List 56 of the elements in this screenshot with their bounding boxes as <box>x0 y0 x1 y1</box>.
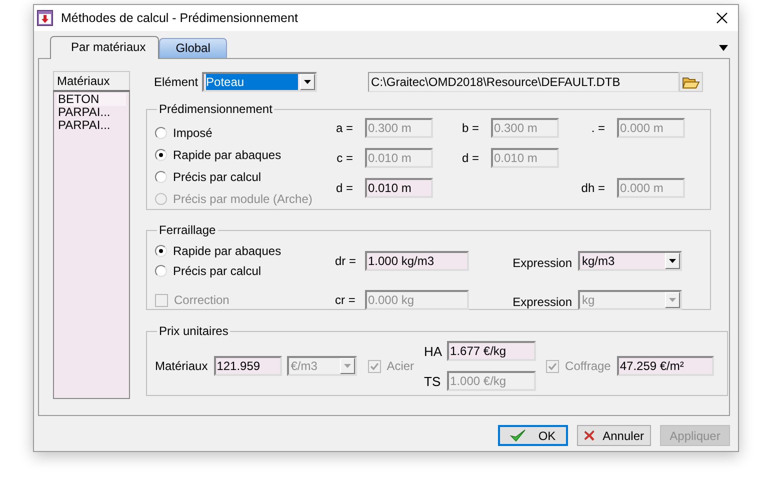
checkbox-label: Acier <box>386 359 414 373</box>
field-label: dh = <box>580 181 606 195</box>
field-label: Elément <box>154 75 198 89</box>
radio-button[interactable] <box>155 265 167 277</box>
file-path-field[interactable]: C:\Graitec\OMD2018\Resource\DEFAULT.DTB <box>368 72 680 92</box>
text-field[interactable]: 47.259 €/m² <box>616 356 714 376</box>
field-label: TS <box>424 374 442 388</box>
text-field[interactable]: 1.000 kg/m3 <box>365 251 469 271</box>
close-icon[interactable] <box>716 12 728 24</box>
text-field[interactable]: 1.677 €/kg <box>447 341 536 361</box>
browse-button[interactable] <box>679 72 704 92</box>
field-label: . = <box>590 121 606 135</box>
dropdown[interactable]: Poteau <box>202 72 318 92</box>
group-title: Prédimensionnement <box>158 102 274 116</box>
tab[interactable]: Global <box>158 38 228 58</box>
radio-label: Précis par module (Arche) <box>173 192 312 206</box>
list-item[interactable]: BETON <box>57 93 126 106</box>
checkbox-label: Coffrage <box>565 359 611 373</box>
field-label: cr = <box>335 293 356 307</box>
folder-icon <box>682 74 700 90</box>
dropdown-arrow-icon[interactable] <box>719 45 728 51</box>
app-icon <box>37 10 53 26</box>
field-label: HA <box>424 344 444 358</box>
dropdown[interactable]: kg/m3 <box>578 251 682 271</box>
tab[interactable]: Par matériaux <box>50 36 159 59</box>
radio-label: Rapide par abaques <box>173 148 282 162</box>
checkbox-label: Correction <box>174 293 230 307</box>
group-title: Ferraillage <box>158 223 217 237</box>
field-label: c = <box>336 151 354 165</box>
field-label: a = <box>335 121 354 135</box>
radio-label: Rapide par abaques <box>173 244 282 258</box>
list-item[interactable]: PARPAI... <box>57 119 126 132</box>
cross-icon <box>584 428 595 443</box>
field-label: d = <box>460 151 480 165</box>
field-label: dr = <box>335 254 358 268</box>
radio-button[interactable] <box>155 245 167 257</box>
checkmark-icon <box>510 428 526 442</box>
ok-button[interactable]: OK <box>498 425 568 446</box>
radio-button[interactable] <box>155 149 167 161</box>
radio-button[interactable] <box>155 171 167 183</box>
radio-label: Précis par calcul <box>173 170 262 184</box>
radio-label: Imposé <box>173 126 212 140</box>
radio-button[interactable] <box>155 127 167 139</box>
radio-label: Précis par calcul <box>173 264 262 278</box>
text-field[interactable]: 0.010 m <box>365 178 433 198</box>
field-label: d = <box>335 181 354 195</box>
field-label: b = <box>460 121 480 135</box>
field-label: Matériaux <box>155 359 208 373</box>
text-field[interactable]: 121.959 <box>214 356 282 376</box>
field-label: Expression <box>512 255 573 270</box>
cancel-button[interactable]: Annuler <box>577 425 651 446</box>
field-label: Expression <box>512 294 573 309</box>
list-item[interactable]: PARPAI... <box>57 106 126 119</box>
group-title: Prix unitaires <box>158 324 230 338</box>
list-header: Matériaux <box>53 71 130 90</box>
window-title: Méthodes de calcul - Prédimensionnement <box>61 11 299 25</box>
